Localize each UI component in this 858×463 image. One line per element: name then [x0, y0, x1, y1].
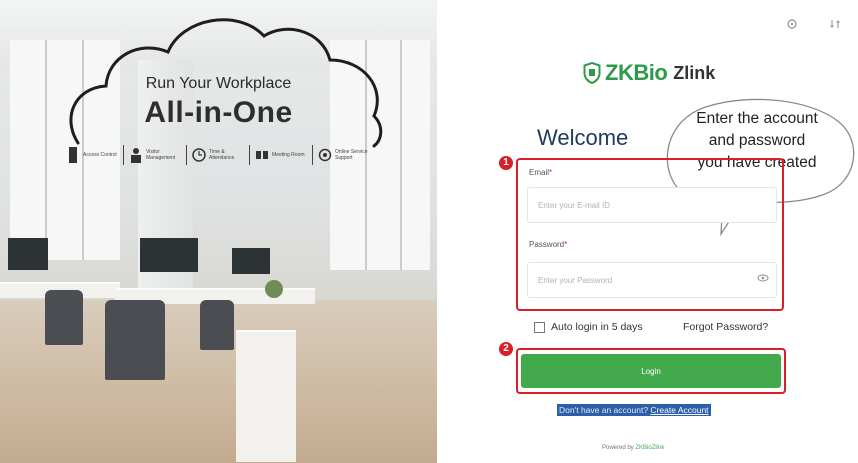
email-label: Email* [529, 168, 552, 177]
shield-icon [583, 62, 601, 84]
password-input[interactable] [527, 262, 777, 298]
logo-brand-suffix: Bio [633, 60, 668, 85]
required-mark: * [564, 240, 568, 249]
auto-login[interactable]: Auto login in 5 days [534, 321, 643, 333]
auto-login-checkbox[interactable] [534, 321, 545, 333]
eye-icon[interactable] [757, 274, 769, 285]
auto-login-label: Auto login in 5 days [551, 321, 643, 333]
login-button[interactable]: Login [521, 354, 781, 388]
password-label-text: Password [529, 240, 565, 249]
hero-subtitle: Run Your Workplace [145, 75, 292, 92]
feature-label: Time & Attendance [209, 149, 235, 161]
hero-feature-row: Access Control Visitor Management Time &… [66, 142, 386, 168]
login-panel: ZKBio Zlink Welcome Enter the account an… [437, 0, 858, 463]
desk-monitor [8, 238, 48, 270]
feature-divider [249, 145, 250, 165]
feature-access-control: Access Control [66, 146, 117, 164]
window-frame [45, 40, 47, 260]
settings-icon-glyph [787, 19, 797, 29]
office-chair [200, 300, 234, 350]
visitor-icon [131, 148, 141, 163]
feature-divider [186, 145, 187, 165]
create-account-link[interactable]: Create Account [650, 405, 708, 415]
settings-icon[interactable] [784, 18, 800, 34]
hero-title: All-in-One [144, 96, 293, 129]
callout-line: Enter the account [696, 110, 818, 127]
clock-icon [192, 148, 206, 162]
feature-support: Online Service Support [318, 146, 369, 164]
feature-visitor: Visitor Management [129, 146, 180, 164]
required-mark: * [549, 168, 553, 177]
office-chair [45, 290, 83, 345]
callout-line: and password [708, 132, 806, 149]
forgot-password-link[interactable]: Forgot Password? [683, 321, 768, 333]
language-icon[interactable] [827, 18, 843, 34]
email-input[interactable] [527, 187, 777, 223]
step-badge-2: 2 [499, 342, 513, 356]
desk-monitor [232, 248, 270, 274]
powered-by-text: Powered by [602, 445, 634, 451]
feature-label: Meeting Room [272, 152, 305, 158]
feature-label: Visitor Management [146, 149, 176, 161]
welcome-heading: Welcome [537, 125, 629, 150]
hero-image: Run Your Workplace All-in-One Access Con… [0, 0, 437, 463]
feature-label: Access Control [83, 152, 117, 158]
feature-divider [123, 145, 124, 165]
door-icon [69, 147, 77, 163]
book-icon [256, 151, 268, 159]
step-badge-1: 1 [499, 156, 513, 170]
signup-prompt-text: Don't have an account? [559, 405, 649, 415]
logo-brand-prefix: ZK [605, 60, 634, 85]
support-icon [318, 148, 332, 162]
feature-attendance: Time & Attendance [192, 146, 243, 164]
logo-brand: ZKBio [605, 60, 668, 86]
password-label: Password* [529, 240, 567, 249]
email-label-text: Email [529, 168, 550, 177]
desk-monitor [140, 238, 198, 272]
zkbio-logo: ZKBio Zlink [583, 60, 715, 86]
eye-icon-glyph [757, 274, 769, 282]
logo-product: Zlink [673, 62, 716, 83]
feature-meeting: Meeting Room [255, 146, 306, 164]
desk-cabinet [236, 330, 296, 462]
signup-prompt: Don't have an account? Create Account [557, 404, 711, 416]
feature-divider [312, 145, 313, 165]
language-icon-glyph [830, 20, 840, 28]
powered-by: Powered by ZKBioZlink [602, 445, 664, 451]
feature-label: Online Service Support [335, 149, 368, 161]
powered-by-brand: ZKBioZlink [635, 445, 665, 451]
office-plant [265, 280, 283, 298]
office-chair [105, 300, 165, 380]
